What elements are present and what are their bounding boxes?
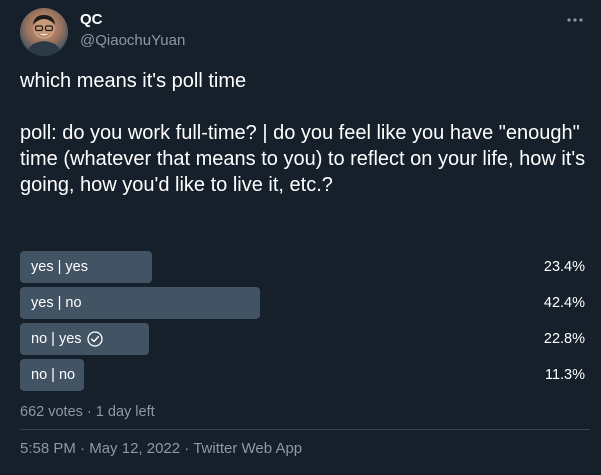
poll-option-percent: 23.4% [543,259,585,275]
poll-option-percent: 42.4% [543,295,585,311]
poll-option-label: no | no [31,367,76,383]
author-handle[interactable]: @QiaochuYuan [80,32,185,49]
poll-option[interactable]: no | no 11.3% [20,359,585,391]
avatar[interactable] [20,8,68,56]
poll-option-label-wrap: yes | no [31,287,82,319]
tweet-timestamp: 5:58 PM · May 12, 2022 · Twitter Web App [20,440,302,457]
poll-option[interactable]: no | yes 22.8% [20,323,585,355]
author-name[interactable]: QC [80,11,103,28]
poll-option-label: yes | yes [31,259,88,275]
poll-option-label: yes | no [31,295,82,311]
timestamp-separator: · [184,440,190,457]
poll-option-label-wrap: yes | yes [31,251,88,283]
poll-time-left: 1 day left [95,404,155,420]
tweet-time-link[interactable]: 5:58 PM [20,440,76,457]
divider [20,429,590,430]
tweet-date-link[interactable]: May 12, 2022 [89,440,180,457]
poll-meta-separator: · [86,404,92,420]
more-options-button[interactable] [560,12,590,28]
poll: yes | yes 23.4% yes | no 42.4% no | yes 22.8%… [20,251,585,395]
poll-option-label: no | yes [31,331,82,347]
timestamp-separator: · [80,440,86,457]
poll-option-percent: 22.8% [543,331,585,347]
poll-option-label-wrap: no | yes [31,323,103,355]
tweet-text: which means it's poll time poll: do you … [20,70,586,196]
more-horizontal-icon [567,18,583,22]
tweet-source-link[interactable]: Twitter Web App [193,440,302,457]
poll-vote-count: 662 votes [20,404,83,420]
poll-option-label-wrap: no | no [31,359,75,391]
poll-option[interactable]: yes | no 42.4% [20,287,585,319]
tweet: QC @QiaochuYuan which means it's poll ti… [0,0,601,475]
poll-option[interactable]: yes | yes 23.4% [20,251,585,283]
poll-option-percent: 11.3% [544,367,585,383]
poll-meta: 662 votes · 1 day left [20,404,155,420]
check-circle-icon [86,331,103,347]
